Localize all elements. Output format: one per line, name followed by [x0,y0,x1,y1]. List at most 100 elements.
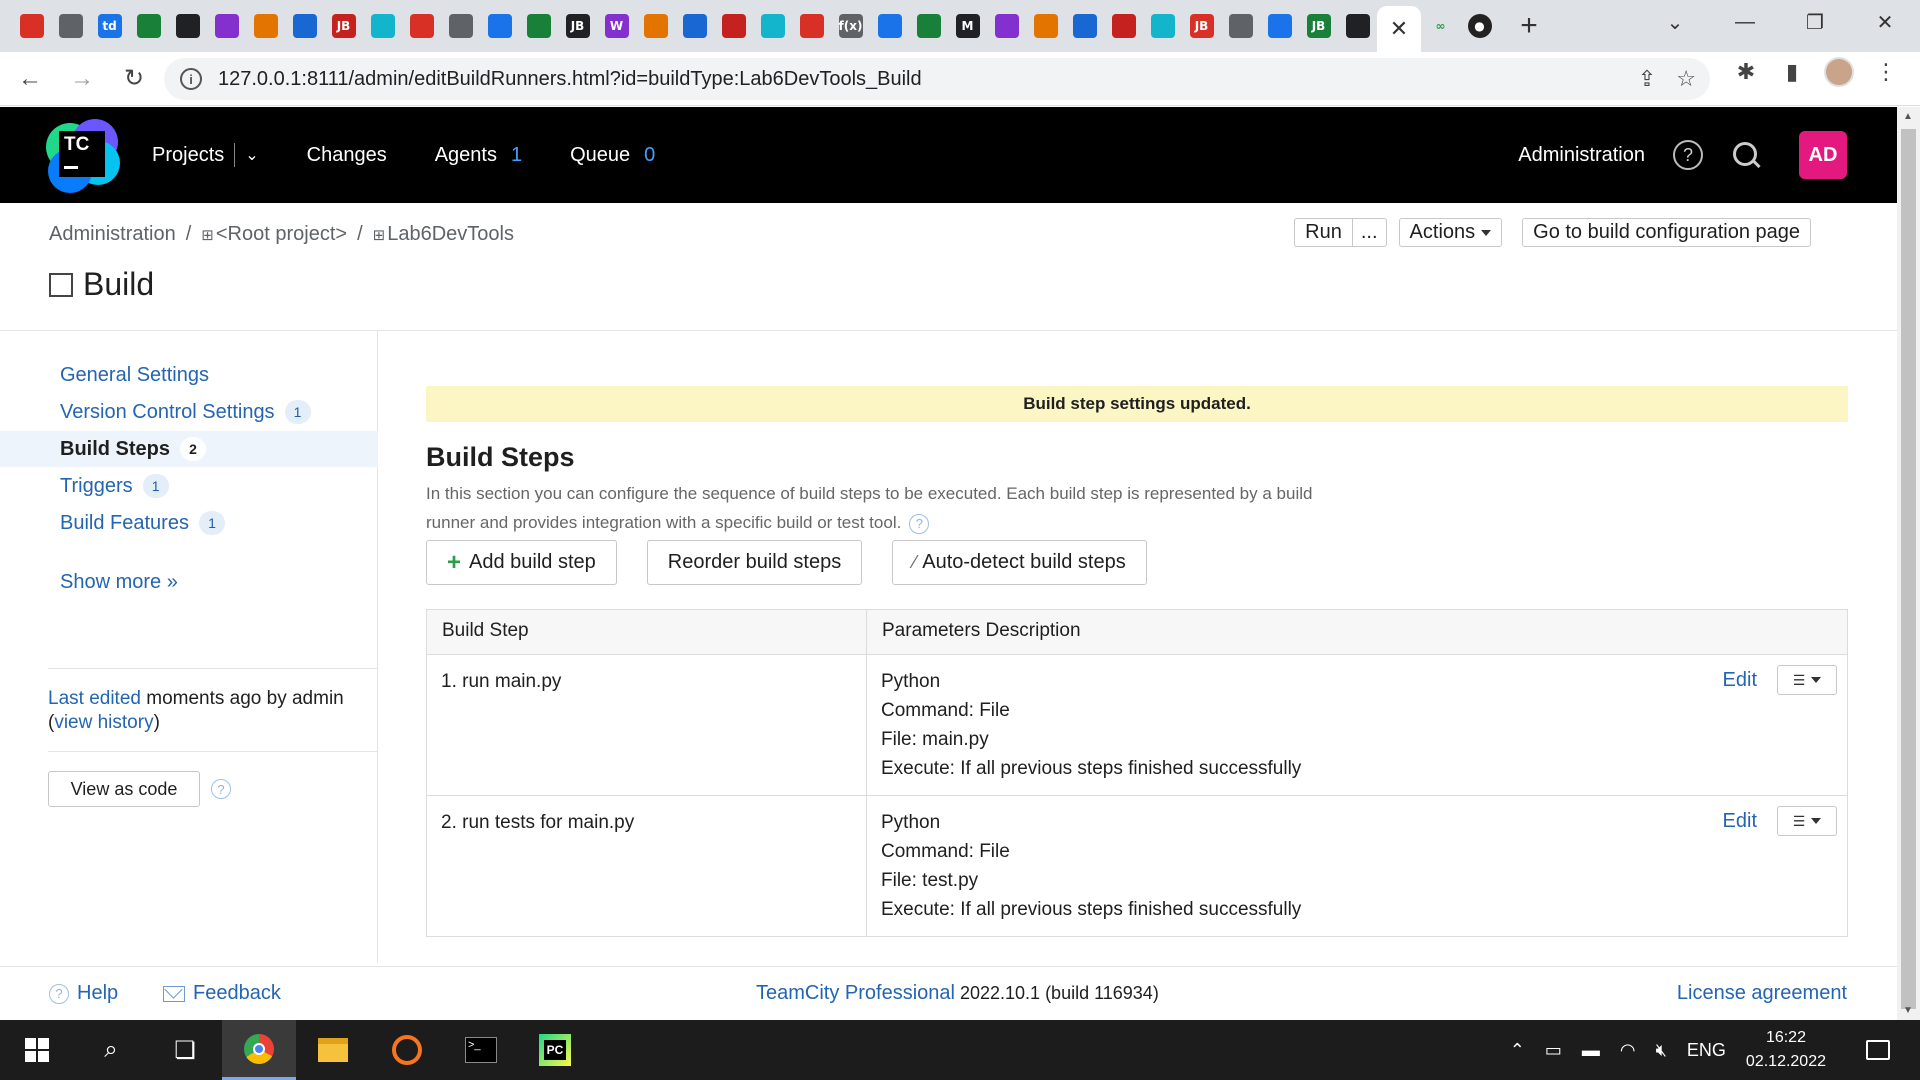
tab-search-icon[interactable]: ⌄ [1640,0,1710,44]
sidebar-item-triggers[interactable]: Triggers 1 [0,468,378,504]
clock[interactable]: 16:22 02.12.2022 [1746,1026,1826,1074]
step-name[interactable]: 2. run tests for main.py [426,795,867,937]
browser-tab[interactable] [1338,0,1377,52]
browser-tab[interactable] [1026,0,1065,52]
tab-github[interactable]: ● [1460,0,1499,52]
browser-tab[interactable]: W [597,0,636,52]
share-icon[interactable]: ⇪ [1638,66,1656,92]
browser-tab[interactable]: JB [1182,0,1221,52]
close-window-icon[interactable]: ✕ [1850,0,1920,44]
browser-tab[interactable] [636,0,675,52]
browser-tab[interactable] [1260,0,1299,52]
browser-tab[interactable] [1065,0,1104,52]
teamcity-logo[interactable]: TC [46,119,120,193]
browser-tab[interactable] [51,0,90,52]
task-view-icon[interactable]: ❏ [148,1020,222,1080]
wifi-icon[interactable]: ◠ [1620,1040,1636,1061]
sidebar-item-general-settings[interactable]: General Settings [0,357,378,393]
breadcrumb-administration[interactable]: Administration [49,223,176,246]
breadcrumb-project[interactable]: Lab6DevTools [387,223,514,246]
page-scrollbar[interactable]: ▲ ▼ [1897,107,1920,1020]
browser-tab[interactable] [1143,0,1182,52]
footer-help-link[interactable]: ? Help [49,982,118,1005]
edit-step-link[interactable]: Edit [1723,807,1757,836]
browser-menu-icon[interactable]: ⋮ [1872,59,1900,85]
reorder-build-steps-button[interactable]: Reorder build steps [646,540,863,585]
help-icon[interactable]: ? [211,779,231,799]
edit-step-link[interactable]: Edit [1723,666,1757,695]
notifications-icon[interactable] [1866,1040,1890,1060]
reload-icon[interactable]: ↻ [112,57,156,101]
run-options-button[interactable]: ... [1352,218,1387,247]
scroll-up-icon[interactable]: ▲ [1903,111,1913,122]
extensions-icon[interactable]: ✱ [1732,59,1760,85]
new-tab-button[interactable]: + [1509,6,1549,46]
site-info-icon[interactable]: i [180,68,202,90]
minimize-icon[interactable]: — [1710,0,1780,44]
browser-tab[interactable] [792,0,831,52]
browser-tab[interactable]: f(x) [831,0,870,52]
browser-tab[interactable] [480,0,519,52]
run-button[interactable]: Run [1294,218,1353,247]
help-icon[interactable]: ? [909,513,930,534]
nav-agents[interactable]: Agents 1 [435,144,522,167]
restore-icon[interactable]: ❐ [1780,0,1850,44]
close-tab-icon[interactable]: ✕ [1390,16,1408,42]
bookmark-star-icon[interactable]: ☆ [1676,66,1696,92]
tab-infinity[interactable]: ∞ [1421,0,1460,52]
nav-queue[interactable]: Queue 0 [570,144,655,167]
battery-icon[interactable]: ▬ [1582,1040,1600,1061]
browser-tab[interactable] [675,0,714,52]
footer-feedback-link[interactable]: Feedback [163,982,281,1005]
start-button[interactable] [0,1020,74,1080]
license-agreement-link[interactable]: License agreement [1677,982,1847,1005]
browser-tab[interactable]: JB [558,0,597,52]
scrollbar-thumb[interactable] [1901,129,1916,1009]
meet-icon[interactable]: ▭ [1545,1040,1562,1061]
show-more-link[interactable]: Show more » [60,571,178,594]
browser-tab[interactable] [870,0,909,52]
step-name[interactable]: 1. run main.py [426,654,867,796]
sidebar-item-build-steps[interactable]: Build Steps 2 [0,431,378,467]
administration-link[interactable]: Administration [1518,144,1645,167]
browser-tab[interactable]: JB [324,0,363,52]
sidebar-item-build-features[interactable]: Build Features 1 [0,505,378,541]
product-link[interactable]: TeamCity Professional [756,982,955,1004]
search-icon[interactable] [1731,140,1761,170]
view-as-code-button[interactable]: View as code [48,771,200,807]
chrome-taskbar-icon[interactable] [222,1020,296,1080]
browser-tab[interactable] [12,0,51,52]
step-menu-button[interactable]: ☰ [1777,806,1837,836]
language-indicator[interactable]: ENG [1687,1040,1726,1061]
scroll-down-icon[interactable]: ▼ [1903,1005,1913,1016]
help-icon[interactable]: ? [1673,140,1703,170]
forward-icon[interactable]: → [60,57,104,101]
view-history-link[interactable]: view history [54,712,153,733]
pycharm-icon[interactable]: PC [518,1020,592,1080]
browser-tab[interactable]: JB [1299,0,1338,52]
browser-tab[interactable] [1221,0,1260,52]
browser-tab[interactable] [363,0,402,52]
browser-tab[interactable] [129,0,168,52]
last-edited-link[interactable]: Last edited [48,688,141,709]
sidebar-item-version-control[interactable]: Version Control Settings 1 [0,394,378,430]
terminal-icon[interactable]: >_ [444,1020,518,1080]
active-tab[interactable]: ✕ [1377,6,1421,52]
side-panel-icon[interactable]: ▮ [1778,59,1806,85]
go-to-build-config-button[interactable]: Go to build configuration page [1522,218,1811,247]
profile-avatar[interactable] [1824,57,1854,87]
user-avatar[interactable]: AD [1799,131,1847,179]
browser-tab[interactable] [441,0,480,52]
browser-tab[interactable] [909,0,948,52]
browser-tab[interactable] [753,0,792,52]
auto-detect-build-steps-button[interactable]: ⁄ Auto-detect build steps [892,540,1147,585]
search-icon[interactable]: ⌕ [74,1020,148,1080]
media-player-icon[interactable] [370,1020,444,1080]
step-menu-button[interactable]: ☰ [1777,665,1837,695]
back-icon[interactable]: ← [8,57,52,101]
browser-tab[interactable] [714,0,753,52]
browser-tab[interactable] [168,0,207,52]
browser-tab[interactable] [1104,0,1143,52]
browser-tab[interactable] [285,0,324,52]
browser-tab[interactable] [987,0,1026,52]
